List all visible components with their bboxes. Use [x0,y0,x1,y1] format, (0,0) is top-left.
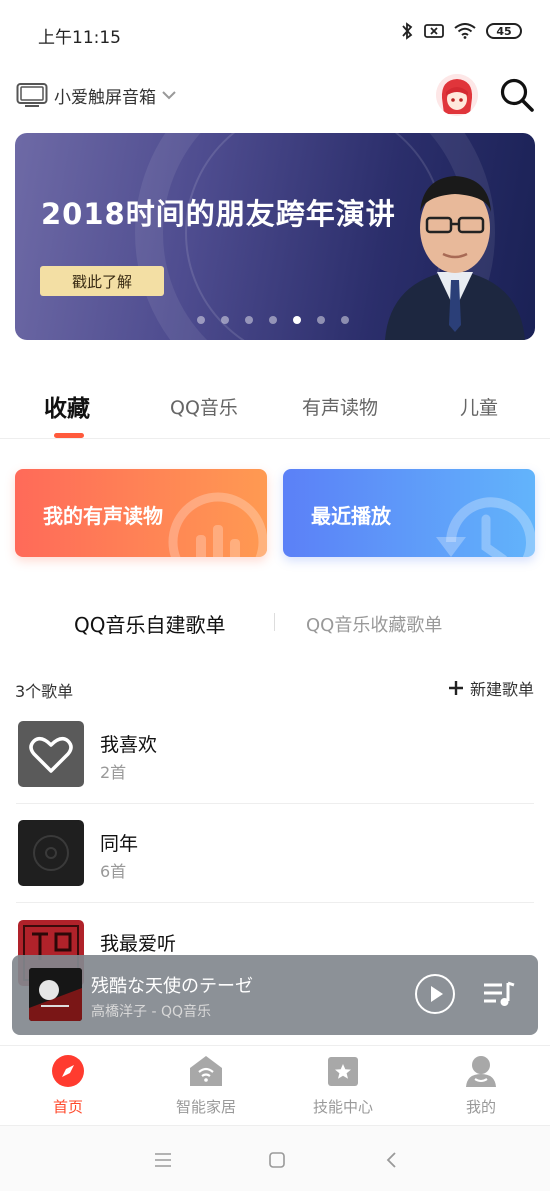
nav-label: 首页 [52,1098,83,1116]
new-playlist-label: 新建歌单 [469,680,534,699]
nav-label: 我的 [465,1098,496,1116]
nav-home[interactable]: 首页 [13,1054,123,1117]
nav-label: 技能中心 [312,1098,373,1116]
recent-played-label: 最近播放 [311,504,391,528]
status-bar: 上午11:15 45 [0,0,550,68]
playlist-cover [18,820,84,886]
playlist-name: 我最爱听 [100,933,177,955]
nav-label: 智能家居 [175,1098,236,1116]
album-art-image [29,968,82,1021]
device-name: 小爱触屏音箱 [54,87,156,108]
tab-qq-music[interactable]: QQ音乐 [170,393,238,420]
nav-profile[interactable]: 我的 [426,1054,536,1117]
category-tabs: 收藏 QQ音乐 有声读物 儿童 [0,385,550,439]
favorited-playlists-tab[interactable]: QQ音乐收藏歌单 [306,611,442,637]
audio-bars-icon [168,492,267,557]
banner-dot[interactable] [269,316,277,324]
header: 小爱触屏音箱 [0,74,550,118]
my-audiobooks-card[interactable]: 我的有声读物 [15,469,267,557]
system-nav-bar [0,1125,550,1191]
disc-icon [33,835,69,871]
battery-icon: 45 [486,23,522,39]
home-square-icon[interactable] [267,1150,287,1170]
promo-banner[interactable]: 2018时间的朋友跨年演讲 戳此了解 [15,133,535,340]
profile-icon [466,1056,496,1087]
banner-dot[interactable] [317,316,325,324]
divider [16,902,534,903]
smart-home-icon [190,1056,222,1086]
nav-skill-center[interactable]: 技能中心 [288,1054,398,1117]
my-audiobooks-label: 我的有声读物 [43,504,163,528]
banner-dot[interactable] [341,316,349,324]
play-button[interactable] [415,974,455,1014]
banner-dot[interactable] [197,316,205,324]
banner-dot-active[interactable] [293,316,301,324]
menu-icon[interactable] [153,1150,173,1170]
playlist-count: 3个歌单 [15,682,74,701]
status-time: 上午11:15 [38,28,121,48]
bluetooth-icon [402,22,413,40]
heart-icon [29,737,73,773]
now-playing-title: 残酷な天使のテーゼ [91,976,253,997]
back-icon[interactable] [382,1150,402,1170]
speaker-portrait-image [385,176,525,340]
now-playing-artist: 高橋洋子 - QQ音乐 [91,1004,211,1020]
chevron-down-icon [162,91,176,100]
compass-icon [52,1055,84,1087]
divider [274,613,275,631]
banner-cta-button[interactable]: 戳此了解 [40,266,164,296]
now-playing-cover [29,968,82,1021]
playlist-song-count: 2首 [100,763,127,782]
playlist-cover [18,721,84,787]
play-icon [431,986,443,1002]
tab-indicator [54,433,84,438]
avatar[interactable] [436,74,478,116]
playlist-name: 我喜欢 [100,734,158,756]
no-sim-icon [424,24,444,38]
history-clock-icon [436,497,535,557]
banner-pagination [197,316,349,324]
plus-icon [448,681,463,695]
divider [16,803,534,804]
recent-played-card[interactable]: 最近播放 [283,469,535,557]
mini-player[interactable]: 残酷な天使のテーゼ 高橋洋子 - QQ音乐 [12,955,538,1035]
banner-dot[interactable] [221,316,229,324]
tv-device-icon [16,83,48,107]
list-item[interactable]: 我喜欢 2首 [0,721,550,821]
playlist-name: 同年 [100,833,139,855]
playlist-list-header: 3个歌单 新建歌单 [0,676,550,701]
self-created-playlists-tab[interactable]: QQ音乐自建歌单 [74,609,225,638]
playlist-queue-icon[interactable] [482,979,516,1009]
device-selector[interactable]: 小爱触屏音箱 [16,82,176,108]
tab-audiobooks[interactable]: 有声读物 [302,393,378,420]
skill-star-icon [328,1057,358,1086]
tab-favorites[interactable]: 收藏 [44,389,90,423]
nav-smart-home[interactable]: 智能家居 [151,1054,261,1117]
wifi-icon [454,23,476,39]
banner-dot[interactable] [245,316,253,324]
tab-children[interactable]: 儿童 [460,393,498,420]
list-item[interactable]: 同年 6首 [0,820,550,920]
search-icon[interactable] [498,76,536,114]
status-icons: 45 [400,22,522,40]
playlist-song-count: 6首 [100,862,127,881]
bottom-nav: 首页 智能家居 技能中心 我的 [0,1045,550,1125]
playlist-switch: QQ音乐自建歌单 QQ音乐收藏歌单 [0,605,550,639]
new-playlist-button[interactable]: 新建歌单 [448,676,534,700]
banner-title: 2018时间的朋友跨年演讲 [41,197,396,231]
